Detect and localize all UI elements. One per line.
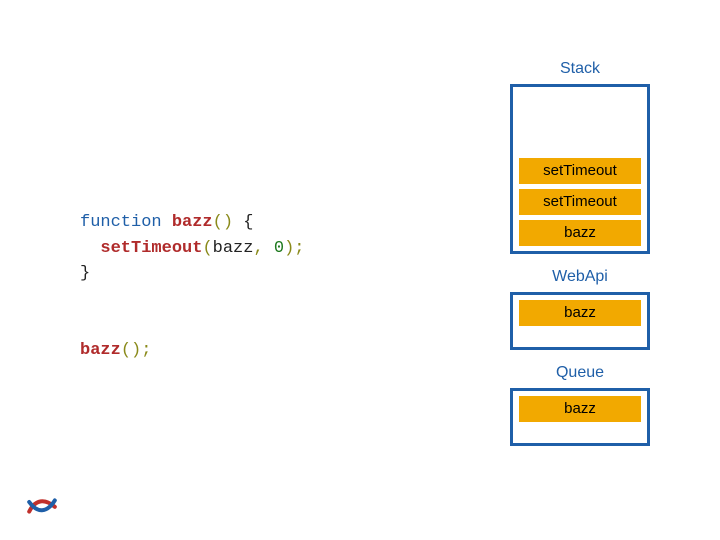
stack-item: setTimeout	[519, 189, 641, 215]
invoke-fn: bazz	[80, 341, 121, 360]
logo-icon	[26, 494, 58, 518]
invoke-tail: ();	[121, 341, 152, 360]
stack-item: setTimeout	[519, 158, 641, 184]
paren-open: (	[213, 213, 223, 232]
stack-item: bazz	[519, 220, 641, 246]
webapi-box: bazz	[510, 292, 650, 350]
runtime-panels: Stack setTimeout setTimeout bazz WebApi …	[510, 60, 650, 460]
paren-close: )	[223, 213, 233, 232]
queue-item: bazz	[519, 396, 641, 422]
call-close: );	[284, 239, 304, 258]
webapi-item: bazz	[519, 300, 641, 326]
arg-delay: 0	[274, 239, 284, 258]
settimeout-call: setTimeout	[100, 239, 202, 258]
stack-box: setTimeout setTimeout bazz	[510, 84, 650, 254]
code-snippet: function bazz() { setTimeout(bazz, 0); }…	[80, 210, 304, 363]
call-paren-open: (	[202, 239, 212, 258]
arg-fn: bazz	[213, 239, 254, 258]
brace-open: {	[233, 213, 253, 232]
webapi-title: WebApi	[510, 268, 650, 286]
function-name-def: bazz	[172, 213, 213, 232]
queue-title: Queue	[510, 364, 650, 382]
comma: ,	[253, 239, 273, 258]
brace-close: }	[80, 264, 90, 283]
stack-title: Stack	[510, 60, 650, 78]
indent	[80, 239, 100, 258]
queue-box: bazz	[510, 388, 650, 446]
keyword-function: function	[80, 213, 162, 232]
